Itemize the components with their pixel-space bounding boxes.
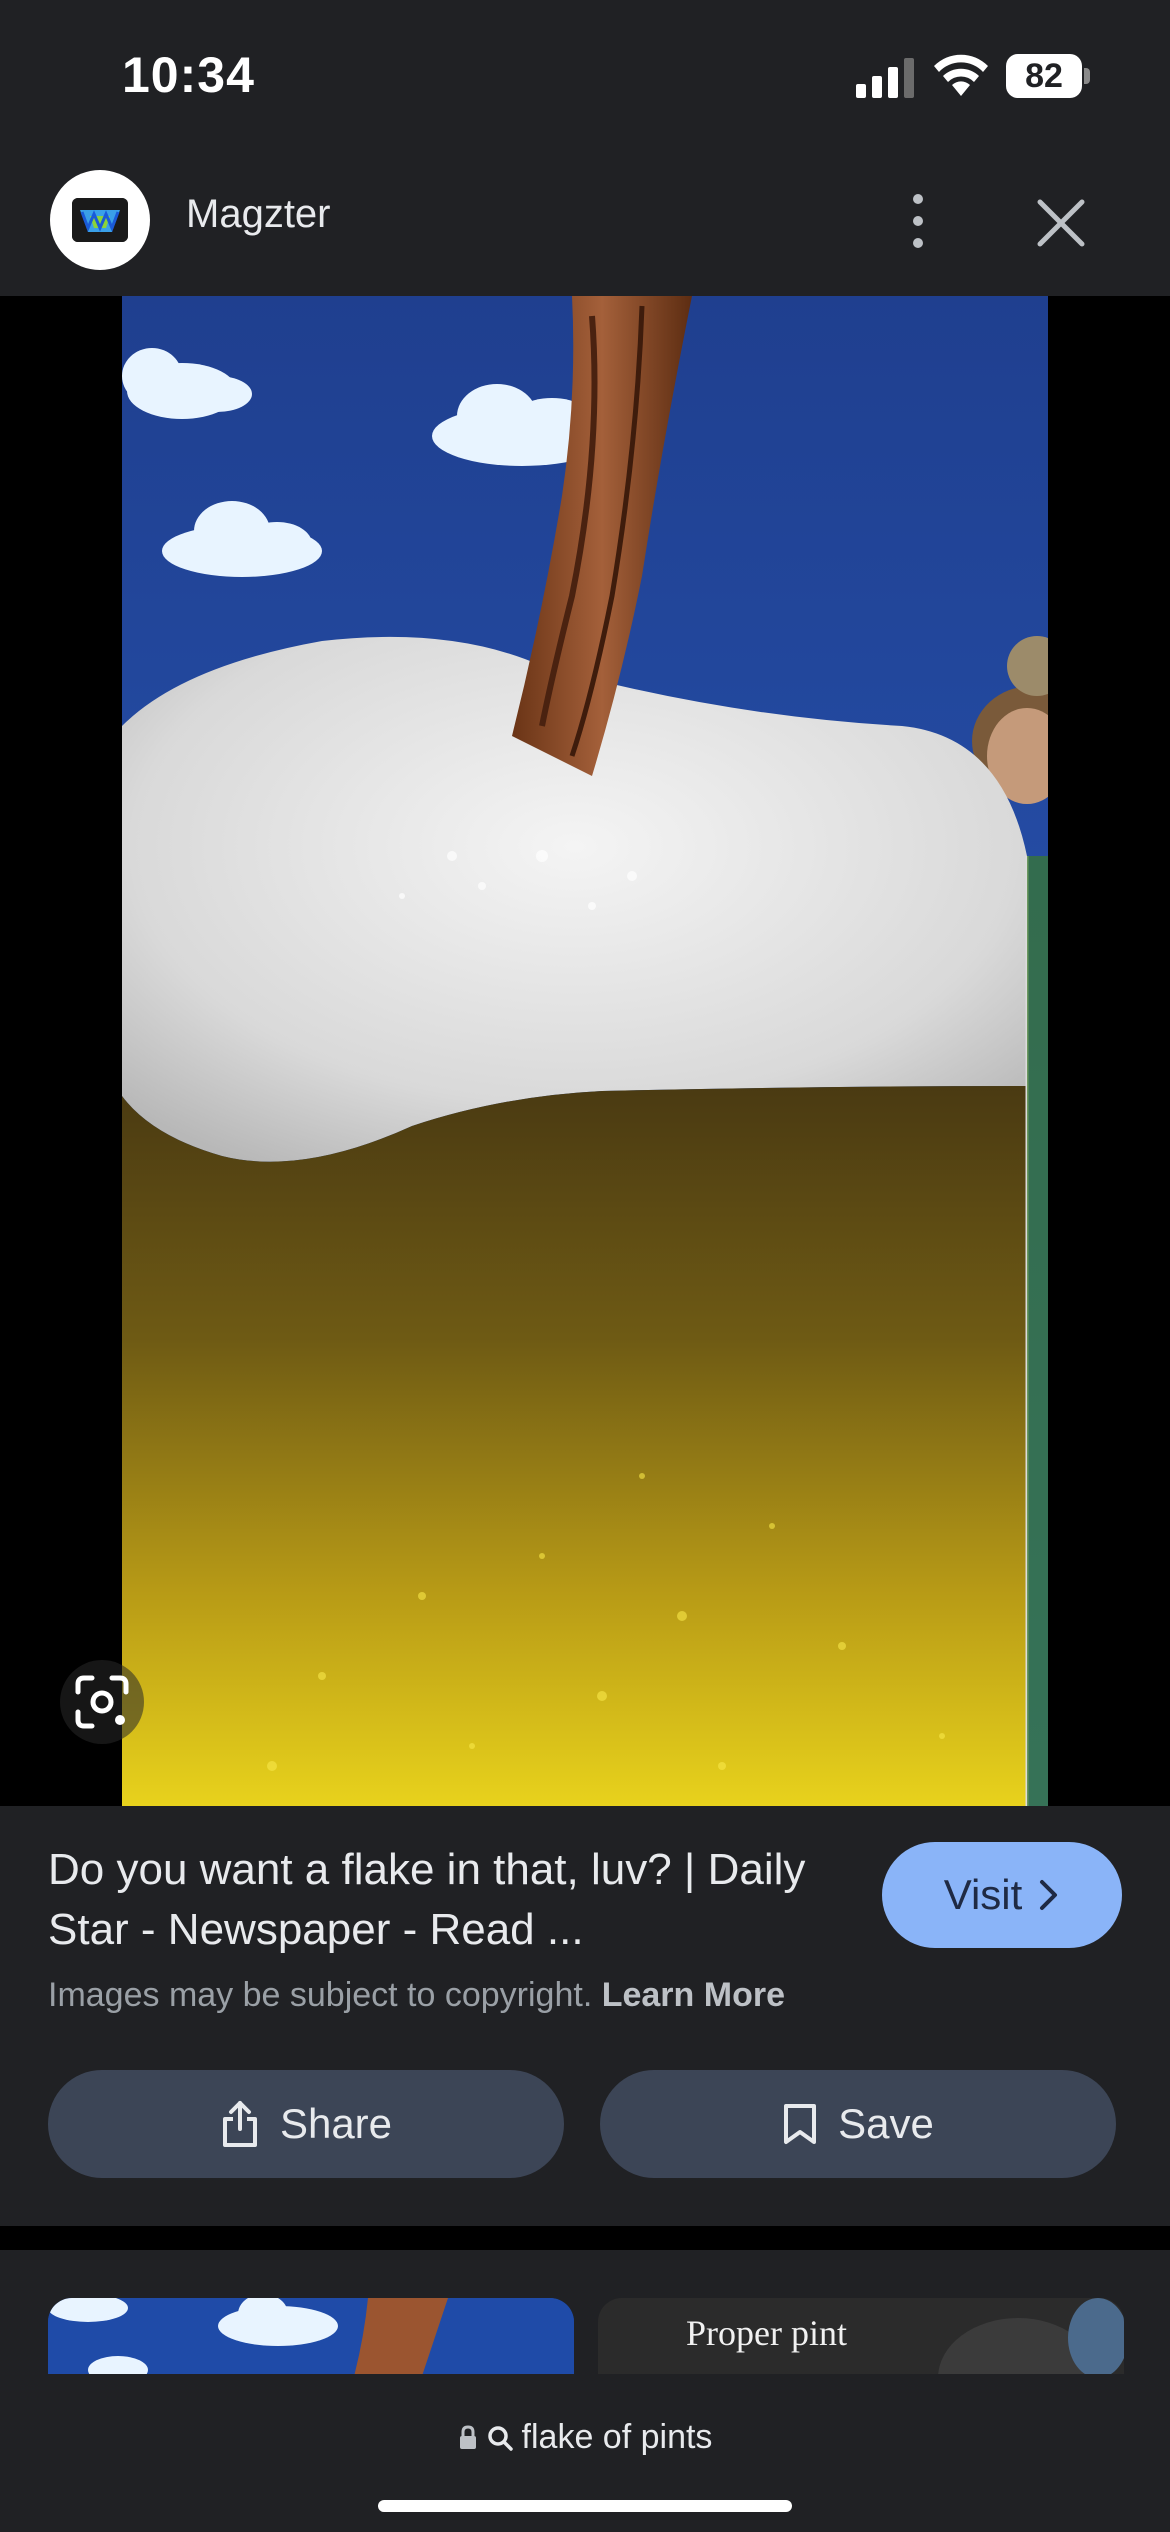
learn-more-link[interactable]: Learn More	[602, 1976, 785, 2014]
share-icon	[222, 2101, 257, 2147]
main-image[interactable]	[122, 296, 1048, 1806]
wifi-icon	[934, 54, 988, 96]
source-name[interactable]: Magzter	[186, 192, 331, 237]
close-icon[interactable]	[1032, 194, 1090, 252]
search-query: flake of pints	[521, 2418, 713, 2456]
section-divider	[0, 2226, 1170, 2250]
copyright-notice: Images may be subject to copyright. Lear…	[48, 1976, 785, 2014]
bottom-url-bar[interactable]: flake of pints	[0, 2374, 1170, 2532]
related-thumbnail[interactable]	[48, 2298, 574, 2374]
cellular-signal-icon	[856, 58, 914, 98]
related-images: Proper pint	[0, 2250, 1170, 2374]
share-button[interactable]: Share	[48, 2070, 564, 2178]
share-label: Share	[279, 2100, 393, 2147]
battery-level: 82	[1025, 57, 1063, 95]
related-thumbnail[interactable]: Proper pint	[598, 2298, 1124, 2374]
visit-button[interactable]: Visit	[882, 1842, 1122, 1948]
chevron-right-icon	[1040, 1880, 1058, 1910]
thumbnail-caption: Proper pint	[686, 2313, 847, 2353]
home-indicator[interactable]	[378, 2500, 792, 2512]
result-info-panel: Do you want a flake in that, luv? | Dail…	[0, 1806, 1170, 2226]
save-label: Save	[838, 2100, 934, 2147]
search-query-bar[interactable]: flake of pints	[0, 2418, 1170, 2457]
google-lens-button[interactable]	[60, 1660, 144, 1744]
google-lens-icon	[75, 1675, 129, 1729]
search-icon	[487, 2425, 513, 2451]
status-time: 10:34	[122, 47, 255, 103]
lock-icon	[459, 2424, 476, 2449]
visit-label: Visit	[943, 1871, 1023, 1918]
viewer-header: Magzter	[0, 150, 1170, 296]
battery-icon: 82	[1006, 54, 1090, 98]
more-vert-icon[interactable]	[900, 186, 936, 256]
image-viewer[interactable]	[0, 296, 1170, 1806]
status-bar: 10:34 82	[0, 0, 1170, 150]
save-button[interactable]: Save	[600, 2070, 1116, 2178]
bookmark-icon	[784, 2104, 817, 2144]
magzter-logo[interactable]	[50, 170, 150, 270]
result-title[interactable]: Do you want a flake in that, luv? | Dail…	[48, 1840, 848, 1960]
